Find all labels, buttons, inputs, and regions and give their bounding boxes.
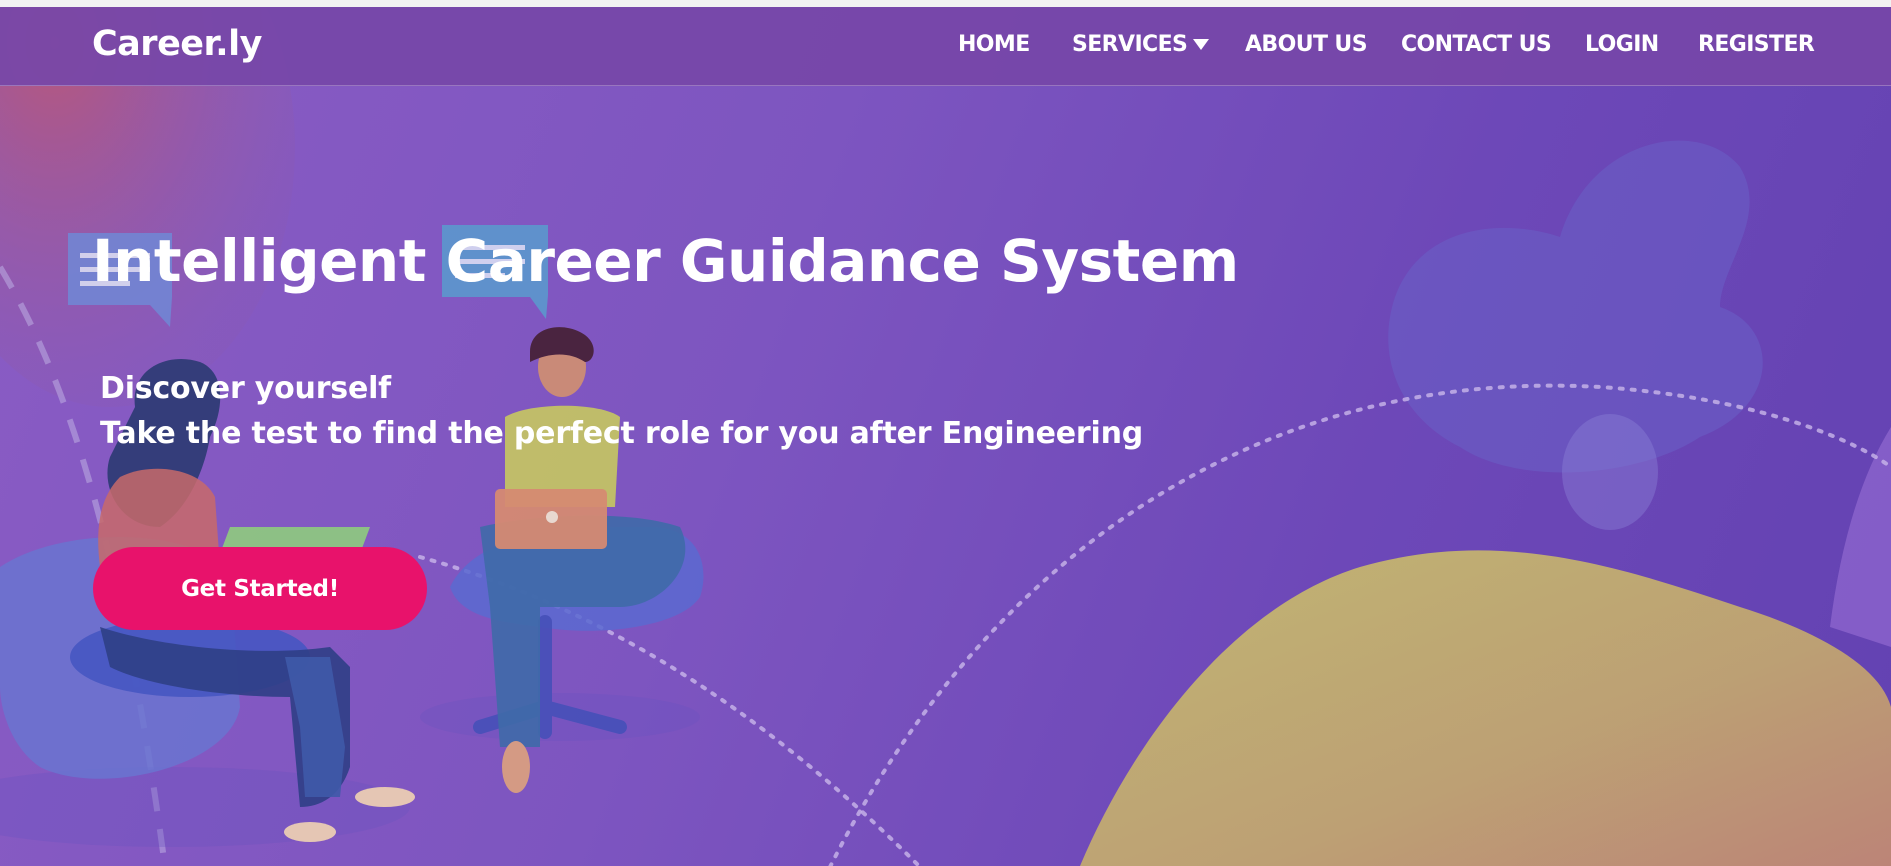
get-started-button[interactable]: Get Started! [93,547,427,630]
nav-about-us[interactable]: ABOUT US [1245,32,1368,57]
blob-blue-small [1562,414,1658,530]
nav-register[interactable]: REGISTER [1698,32,1815,57]
nav-services-label: SERVICES [1072,32,1188,57]
top-navbar: Career.ly HOME SERVICES ABOUT US CONTACT… [0,7,1891,86]
nav-contact-us[interactable]: CONTACT US [1401,32,1552,57]
man-laptop-logo [546,511,558,523]
nav-home[interactable]: HOME [958,32,1030,57]
brand-logo[interactable]: Career.ly [92,24,262,64]
hero-subtitle-1: Discover yourself [100,371,392,406]
hero-title: Intelligent Career Guidance System [92,227,1239,295]
hero-subtitle-2: Take the test to find the perfect role f… [100,416,1144,451]
chevron-down-icon [1193,39,1210,50]
hero-section: Career.ly HOME SERVICES ABOUT US CONTACT… [0,7,1891,866]
floor-shadow-1 [0,767,410,847]
nav-login[interactable]: LOGIN [1585,32,1659,57]
woman-foot [355,787,415,807]
man-foot [502,741,530,793]
woman-foot-2 [284,822,336,842]
blob-right-edge [1830,427,1891,647]
blob-yellow [1080,550,1891,866]
blob-blue [1388,140,1763,473]
nav-services[interactable]: SERVICES [1072,32,1210,57]
